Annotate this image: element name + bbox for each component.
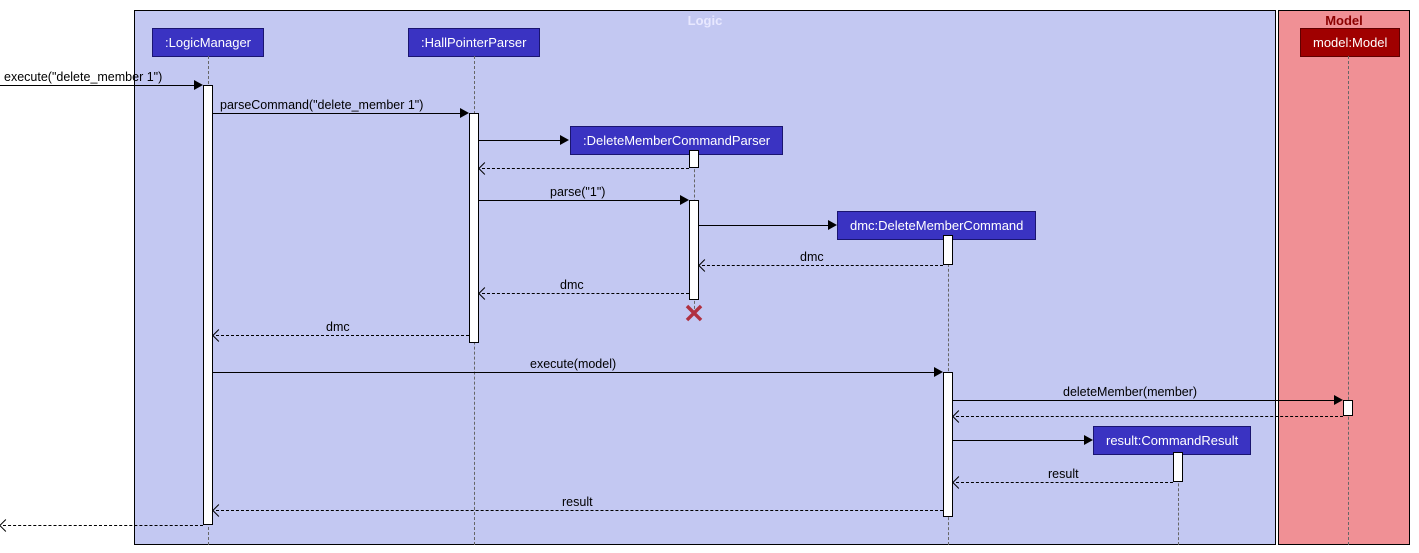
participant-model: model:Model — [1300, 28, 1400, 57]
frame-model-title: Model — [1279, 13, 1409, 28]
arrowhead-execute — [194, 80, 203, 90]
activation-logic-manager — [203, 85, 213, 525]
arrow-create-dmc — [699, 225, 829, 226]
frame-model: Model — [1278, 10, 1410, 545]
participant-hall-pointer-parser: :HallPointerParser — [408, 28, 540, 57]
msg-parse-label: parse("1") — [550, 185, 605, 199]
msg-execute-model-label: execute(model) — [530, 357, 616, 371]
arrowhead-parse — [680, 195, 689, 205]
frame-logic: Logic — [134, 10, 1276, 545]
arrow-return-external — [3, 525, 203, 526]
activation-dmc-1 — [943, 235, 953, 265]
arrowhead-execute-model — [934, 367, 943, 377]
arrowhead-create-dmc — [828, 220, 837, 230]
participant-delete-member-command-parser: :DeleteMemberCommandParser — [570, 126, 783, 155]
frame-logic-title: Logic — [135, 13, 1275, 28]
activation-model — [1343, 400, 1353, 416]
arrowhead-create-result — [1084, 435, 1093, 445]
activation-hall-pointer-parser — [469, 113, 479, 343]
activation-dmc-2 — [943, 372, 953, 517]
arrow-create-parser — [479, 140, 561, 141]
activation-command-result — [1173, 452, 1183, 482]
msg-result-return2-label: result — [562, 495, 593, 509]
arrowhead-create-parser — [560, 135, 569, 145]
activation-delete-parser-2 — [689, 200, 699, 300]
arrow-dmc-return1 — [702, 265, 943, 266]
msg-dmc-return1-label: dmc — [800, 250, 824, 264]
participant-command-result: result:CommandResult — [1093, 426, 1251, 455]
activation-delete-parser-1 — [689, 150, 699, 168]
destroy-x-icon: ✕ — [683, 299, 705, 330]
arrow-execute-model — [213, 372, 935, 373]
msg-dmc-return2-label: dmc — [560, 278, 584, 292]
arrow-return-model — [956, 416, 1343, 417]
arrow-dmc-return3 — [216, 335, 469, 336]
arrow-parse-command — [213, 113, 461, 114]
arrow-parse — [479, 200, 681, 201]
arrow-result-return2 — [216, 510, 943, 511]
arrowhead-delete-member — [1334, 395, 1343, 405]
msg-result-return1-label: result — [1048, 467, 1079, 481]
arrow-dmc-return2 — [482, 293, 689, 294]
participant-logic-manager: :LogicManager — [152, 28, 264, 57]
arrow-delete-member — [953, 400, 1335, 401]
lifeline-model — [1348, 56, 1349, 545]
arrow-execute — [0, 85, 195, 86]
participant-dmc: dmc:DeleteMemberCommand — [837, 211, 1036, 240]
arrow-return-parser-created — [482, 168, 689, 169]
msg-dmc-return3-label: dmc — [326, 320, 350, 334]
msg-parse-command-label: parseCommand("delete_member 1") — [220, 98, 423, 112]
arrow-result-return1 — [956, 482, 1173, 483]
msg-delete-member-label: deleteMember(member) — [1063, 385, 1197, 399]
arrowhead-parse-command — [460, 108, 469, 118]
msg-execute-label: execute("delete_member 1") — [4, 70, 162, 84]
arrow-create-result — [953, 440, 1085, 441]
